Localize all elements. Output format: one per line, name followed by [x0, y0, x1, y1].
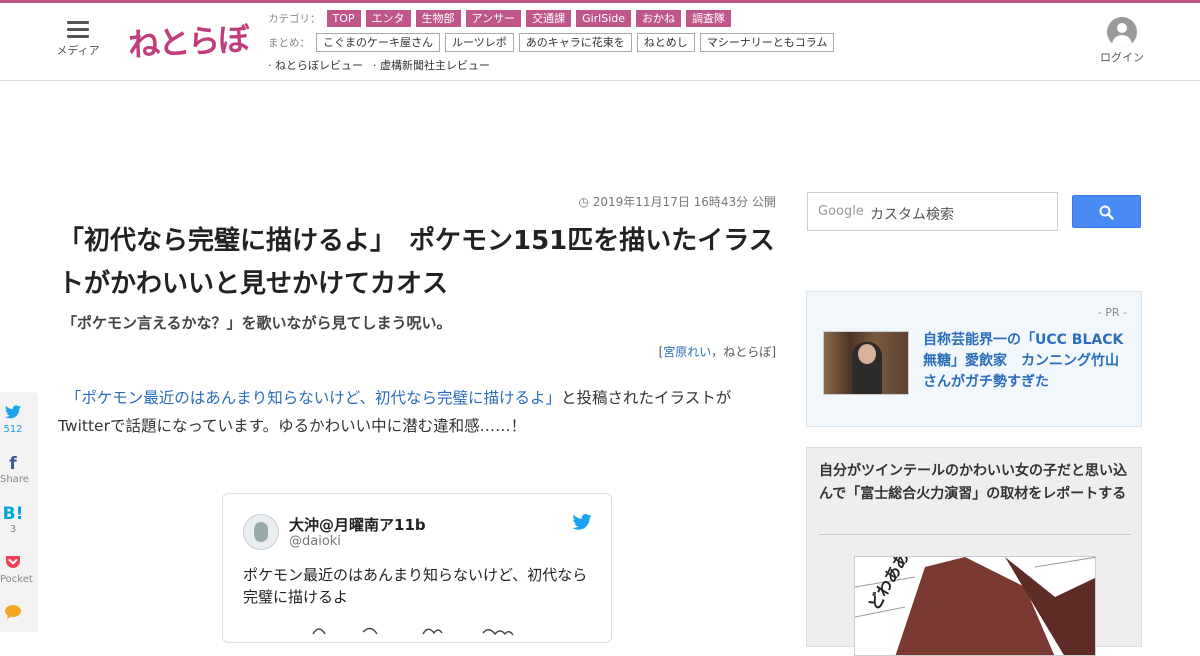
tweet-avatar[interactable]	[243, 514, 279, 550]
facebook-share[interactable]: f Share	[0, 454, 29, 485]
category-top[interactable]: TOP	[326, 10, 361, 27]
manga-text: どわああ	[864, 557, 912, 613]
category-girlside[interactable]: GirlSide	[576, 10, 632, 27]
tweet-author-name[interactable]: 大沖@月曜南ア11b	[289, 514, 426, 535]
login-label: ログイン	[1100, 51, 1144, 64]
matome-item[interactable]: ルーツレポ	[445, 33, 514, 52]
twitter-share[interactable]: 512	[0, 404, 26, 435]
review-nav: · ねとらぼレビュー · 虚構新聞社主レビュー	[268, 57, 500, 73]
search-placeholder: カスタム検索	[870, 207, 954, 223]
search-button[interactable]	[1072, 195, 1141, 228]
hamburger-icon	[67, 21, 89, 38]
share-bar: 512 f Share B! 3 Pocket	[0, 392, 38, 632]
twitter-icon	[0, 404, 26, 424]
review-link[interactable]: · 虚構新聞社主レビュー	[373, 57, 490, 73]
twitter-bird-icon[interactable]	[572, 514, 592, 530]
comment-icon	[0, 604, 26, 625]
article-subtitle: 「ポケモン言えるかな？」を歌いながら見てしまう呪い。	[62, 314, 452, 332]
article-lead: 「ポケモン最近のはあんまり知らないけど、初代なら完璧に描けるよ」と投稿されたイラ…	[58, 384, 778, 440]
category-answer[interactable]: アンサー	[465, 10, 522, 27]
search-icon	[1099, 205, 1114, 220]
share-count: Share	[0, 474, 29, 485]
pocket-icon	[0, 554, 26, 574]
category-seibutsu[interactable]: 生物部	[415, 10, 461, 27]
related-article-image[interactable]: どわああ	[854, 556, 1096, 656]
matome-nav: まとめ： こぐまのケーキ屋さん ルーツレポ あのキャラに花束を ねとめし マシー…	[268, 33, 839, 52]
article-title: 「初代なら完璧に描けるよ」 ポケモン151匹を描いたイラストがかわいいと見せかけ…	[58, 226, 775, 299]
google-brand: Google	[818, 204, 864, 219]
site-name: ねとらぼ	[723, 345, 772, 359]
byline-separator: ，	[711, 345, 724, 359]
share-count: Pocket	[0, 574, 33, 585]
category-label: カテゴリ：	[268, 13, 321, 25]
share-count: 512	[3, 424, 23, 435]
share-count: 3	[9, 524, 17, 535]
comment-share[interactable]	[0, 604, 26, 625]
media-menu-button[interactable]: メディア	[55, 21, 101, 58]
matome-item[interactable]: こぐまのケーキ屋さん	[316, 33, 440, 52]
category-kotsu[interactable]: 交通課	[526, 10, 572, 27]
tweet-image-sketch[interactable]	[303, 622, 553, 636]
category-enta[interactable]: エンタ	[365, 10, 411, 27]
site-logo[interactable]: ねとらぼ	[127, 14, 249, 66]
menu-label: メディア	[56, 44, 100, 57]
user-icon	[1107, 17, 1137, 47]
related-article-title[interactable]: 自分がツインテールのかわいい女の子だと思い込んで「富士総合火力演習」の取材をレポ…	[819, 460, 1129, 506]
clock-icon: ◷	[578, 195, 593, 209]
pr-link[interactable]: 自称芸能界一の「UCC BLACK無糖」愛飲家 カンニング竹山さんがガチ勢すぎた	[923, 330, 1129, 393]
matome-label: まとめ：	[268, 37, 310, 49]
tweet-text: ポケモン最近のはあんまり知らないけど、初代なら完璧に描けるよ	[243, 566, 588, 606]
category-nav: カテゴリ： TOP エンタ 生物部 アンサー 交通課 GirlSide おかね …	[268, 10, 736, 27]
pr-tag: - PR -	[1097, 306, 1127, 319]
facebook-icon: f	[9, 454, 17, 474]
matome-item[interactable]: マシーナリーともコラム	[699, 33, 835, 52]
author-link[interactable]: 宮原れい	[663, 345, 711, 359]
publish-date: ◷ 2019年11月17日 16時43分 公開	[560, 193, 776, 210]
search-input[interactable]: Google カスタム検索	[807, 192, 1058, 231]
site-header: メディア ねとらぼ カテゴリ： TOP エンタ 生物部 アンサー 交通課 Gir…	[0, 3, 1200, 81]
related-article-card[interactable]: 自分がツインテールのかわいい女の子だと思い込んで「富士総合火力演習」の取材をレポ…	[806, 447, 1142, 656]
hatena-icon: B!	[2, 504, 24, 524]
byline-bracket: ]	[771, 345, 776, 359]
hatena-share[interactable]: B! 3	[0, 504, 26, 535]
category-chosatai[interactable]: 調査隊	[686, 10, 732, 27]
byline: [宮原れい，ねとらぼ]	[560, 343, 776, 360]
login-button[interactable]: ログイン	[1100, 17, 1144, 65]
review-link[interactable]: · ねとらぼレビュー	[268, 57, 363, 73]
category-okane[interactable]: おかね	[636, 10, 682, 27]
tweet-handle[interactable]: @daioki	[289, 534, 341, 549]
tweet-quote-link[interactable]: 「ポケモン最近のはあんまり知らないけど、初代なら完璧に描けるよ」	[74, 389, 561, 407]
matome-item[interactable]: あのキャラに花束を	[518, 33, 632, 52]
pr-thumbnail[interactable]	[823, 331, 909, 395]
pr-box[interactable]: - PR - 自称芸能界一の「UCC BLACK無糖」愛飲家 カンニング竹山さん…	[806, 291, 1142, 427]
embedded-tweet[interactable]: 大沖@月曜南ア11b @daioki ポケモン最近のはあんまり知らないけど、初代…	[222, 493, 612, 643]
matome-item[interactable]: ねとめし	[636, 33, 695, 52]
divider	[819, 534, 1131, 535]
pocket-share[interactable]: Pocket	[0, 554, 33, 585]
publish-date-text: 2019年11月17日 16時43分 公開	[592, 195, 776, 209]
